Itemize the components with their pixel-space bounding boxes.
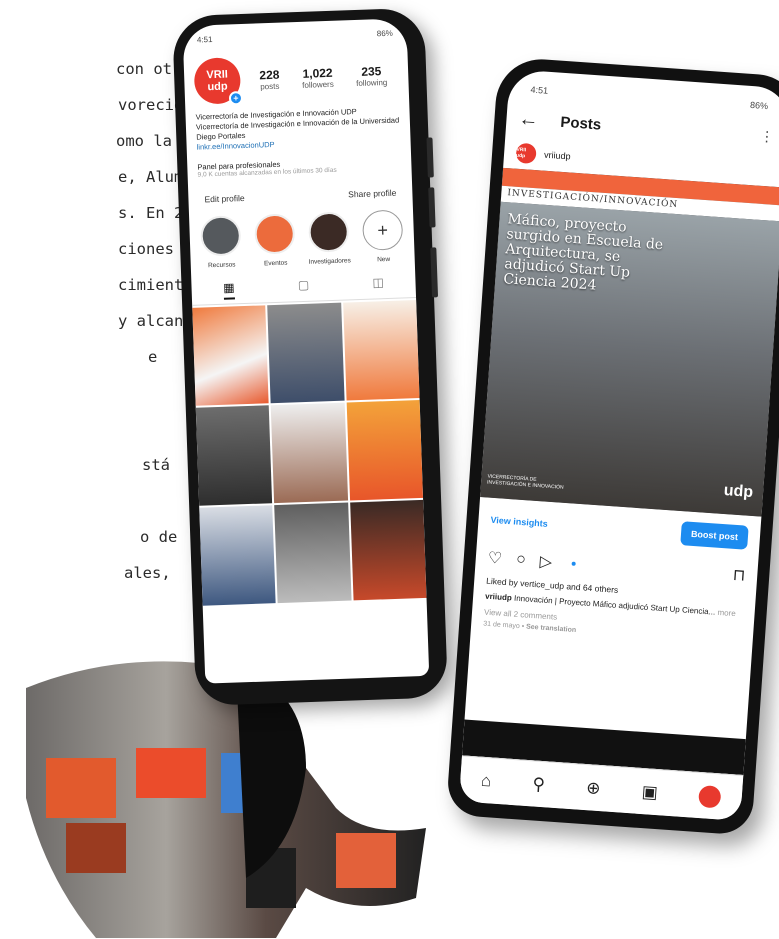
reels-tab-icon[interactable]: ▢ (298, 278, 310, 297)
caption-username[interactable]: vriiudp (485, 592, 512, 603)
profile-avatar-icon[interactable] (698, 784, 722, 809)
highlight-cover (200, 215, 242, 257)
article-line: stá (142, 456, 170, 474)
following-count: 235 (361, 63, 382, 79)
volume-down-button (428, 187, 436, 228)
roll-post-tile (46, 758, 116, 818)
power-button (430, 247, 439, 298)
highlight-item[interactable]: Eventos (251, 213, 299, 268)
highlight-label: Recursos (207, 261, 236, 270)
story-highlights: Recursos Eventos Investigadores + New (189, 207, 415, 272)
posts-count: 228 (259, 67, 280, 82)
post-screen: 4:51 86% ← Posts ⋮ VRII udp vriiudp INVE… (458, 69, 779, 821)
bookmark-icon[interactable]: ⊓ (732, 565, 746, 586)
grid-tab-icon[interactable]: ▦ (222, 280, 235, 300)
home-icon[interactable]: ⌂ (480, 770, 492, 791)
following-stat[interactable]: 235 following (355, 63, 388, 88)
new-highlight-button[interactable]: + New (359, 209, 407, 264)
roll-post-tile (66, 823, 126, 873)
create-post-icon[interactable]: ⊕ (586, 778, 602, 799)
profile-bio: Vicerrectoría de Investigación e Innovac… (185, 101, 411, 157)
plus-icon: + (361, 209, 404, 251)
article-line: ales, (124, 564, 171, 582)
author-username[interactable]: vriiudp (544, 150, 571, 162)
profile-header: VRII udp + 228 posts 1,022 followers 235… (183, 37, 409, 109)
status-time: 4:51 (530, 84, 549, 96)
author-avatar[interactable]: VRII udp (515, 142, 537, 165)
avatar-text: VRII (206, 68, 229, 82)
grid-post[interactable] (267, 302, 345, 404)
status-battery: 86% (376, 28, 393, 39)
profile-stats: 228 posts 1,022 followers 235 following (248, 63, 399, 91)
profile-screen: 4:51 86% VRII udp + 228 posts 1,022 foll… (182, 18, 430, 684)
reels-icon[interactable]: ▣ (641, 782, 658, 803)
avatar-text: udp (207, 80, 228, 94)
post-image[interactable]: INVESTIGACIÓN/INNOVACIÓN Máfico, proyect… (480, 167, 779, 517)
edit-profile-button[interactable]: Edit profile (204, 193, 244, 204)
caption-more-link[interactable]: more (717, 608, 736, 618)
posts-grid (192, 298, 427, 606)
like-heart-icon[interactable]: ♡ (487, 548, 503, 569)
search-icon[interactable]: ⚲ (532, 774, 546, 795)
add-story-icon[interactable]: + (228, 90, 244, 106)
tagged-tab-icon[interactable]: ◫ (372, 275, 384, 294)
share-send-icon[interactable]: ▷ (539, 551, 553, 572)
carousel-dot-indicator (571, 561, 577, 566)
page-title: Posts (559, 113, 602, 134)
followers-label: followers (302, 79, 334, 90)
article-line: e (148, 348, 158, 366)
back-arrow-icon[interactable]: ← (518, 108, 539, 132)
volume-up-button (426, 137, 434, 178)
highlight-label: New (377, 255, 391, 264)
posts-label: posts (260, 81, 280, 91)
grid-post[interactable] (342, 300, 420, 401)
highlight-cover (308, 211, 350, 253)
highlight-label: Investigadores (308, 257, 351, 266)
highlight-item[interactable]: Investigadores (305, 211, 353, 266)
article-line: o de (140, 528, 178, 546)
followers-count: 1,022 (302, 65, 333, 81)
posts-stat[interactable]: 228 posts (259, 67, 280, 91)
boost-post-button[interactable]: Boost post (680, 521, 749, 550)
grid-post[interactable] (271, 402, 348, 504)
phone-post: 4:51 86% ← Posts ⋮ VRII udp vriiudp INVE… (445, 56, 779, 836)
grid-post[interactable] (346, 399, 424, 501)
post-date-text: 31 de mayo (482, 620, 520, 631)
comment-icon[interactable]: ○ (516, 551, 527, 570)
roll-post-tile (136, 748, 206, 798)
followers-stat[interactable]: 1,022 followers (302, 65, 334, 89)
view-insights-link[interactable]: View insights (490, 515, 548, 529)
roll-post-tile (336, 833, 396, 888)
highlight-label: Eventos (263, 259, 288, 268)
grid-post[interactable] (192, 305, 269, 406)
share-profile-button[interactable]: Share profile (348, 188, 397, 200)
udp-logo: udp (723, 482, 754, 502)
see-translation-link[interactable]: See translation (526, 624, 577, 634)
following-label: following (355, 77, 388, 88)
highlight-item[interactable]: Recursos (197, 215, 245, 270)
grid-post[interactable] (349, 499, 427, 601)
more-options-icon[interactable]: ⋮ (759, 128, 774, 146)
image-headline: Máfico, proyecto surgido en Escuela de A… (502, 211, 664, 294)
grid-post[interactable] (274, 502, 352, 604)
status-battery: 86% (749, 99, 769, 112)
grid-post[interactable] (195, 405, 273, 506)
article-line: omo la (116, 132, 172, 150)
highlight-cover (254, 213, 296, 255)
status-time: 4:51 (196, 35, 213, 45)
profile-avatar[interactable]: VRII udp + (193, 57, 244, 106)
phone-profile: 4:51 86% VRII udp + 228 posts 1,022 foll… (172, 7, 449, 706)
grid-post[interactable] (199, 505, 276, 606)
